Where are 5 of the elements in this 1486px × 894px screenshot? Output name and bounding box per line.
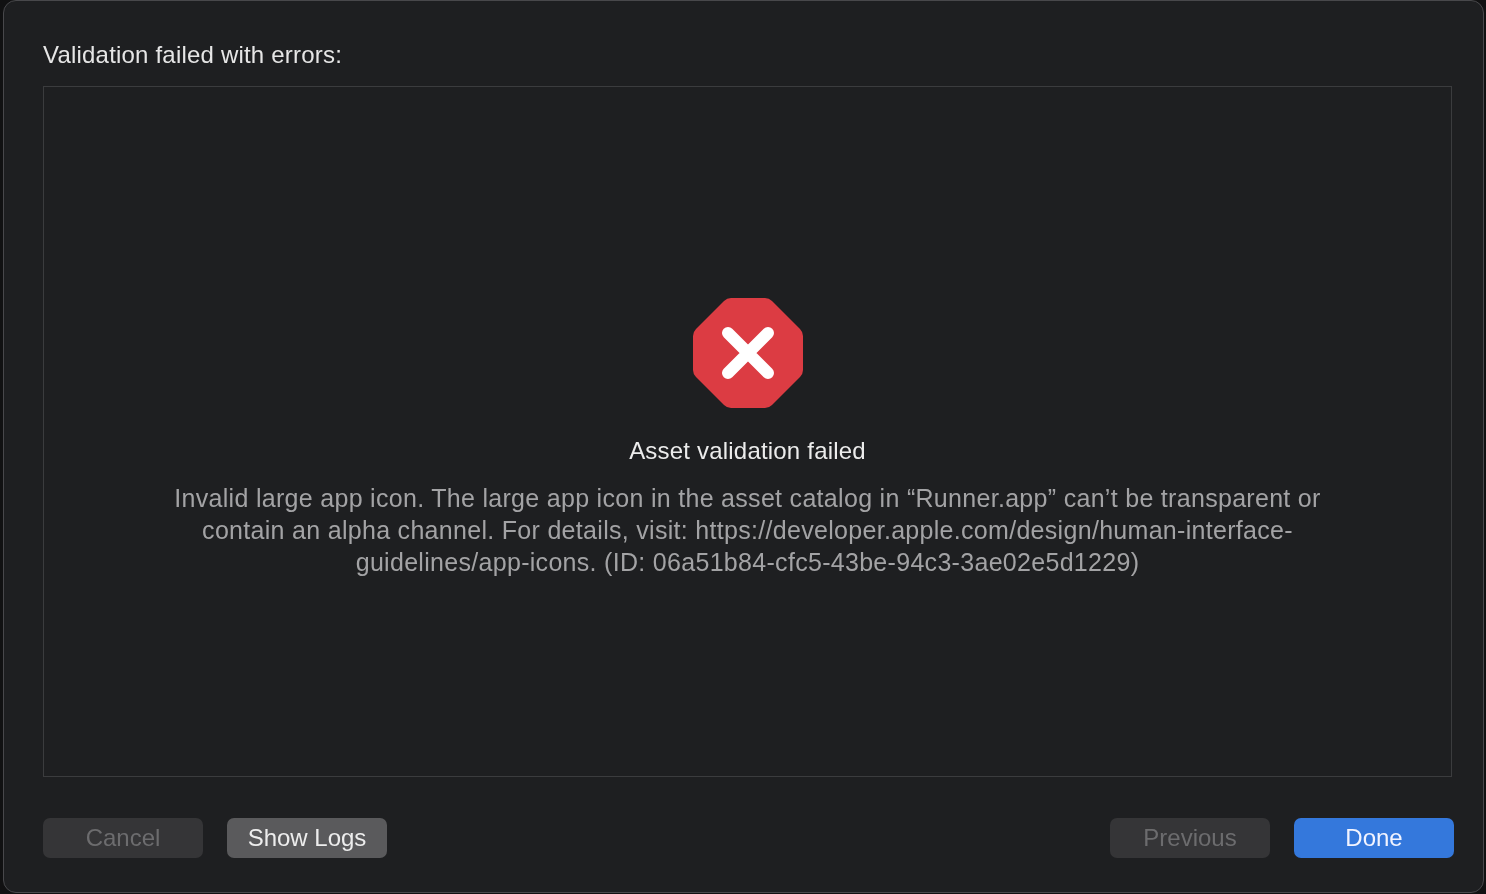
dialog-button[interactable]: Show Logs	[227, 818, 387, 858]
default-button[interactable]: Done	[1294, 818, 1454, 858]
result-heading: Asset validation failed	[629, 435, 866, 466]
result-message: Invalid large app icon. The large app icon in the asset catalog in “Runner.app” can’t be transparent or contain an alpha channel. For details, visit: https://developer.apple.com/design/human-interface-guidelines/app-icons. (ID: 06a51b84-cfc5-43be-94c3-3ae02e5d1229)	[173, 482, 1322, 578]
dialog-title: Validation failed with errors:	[43, 41, 343, 69]
